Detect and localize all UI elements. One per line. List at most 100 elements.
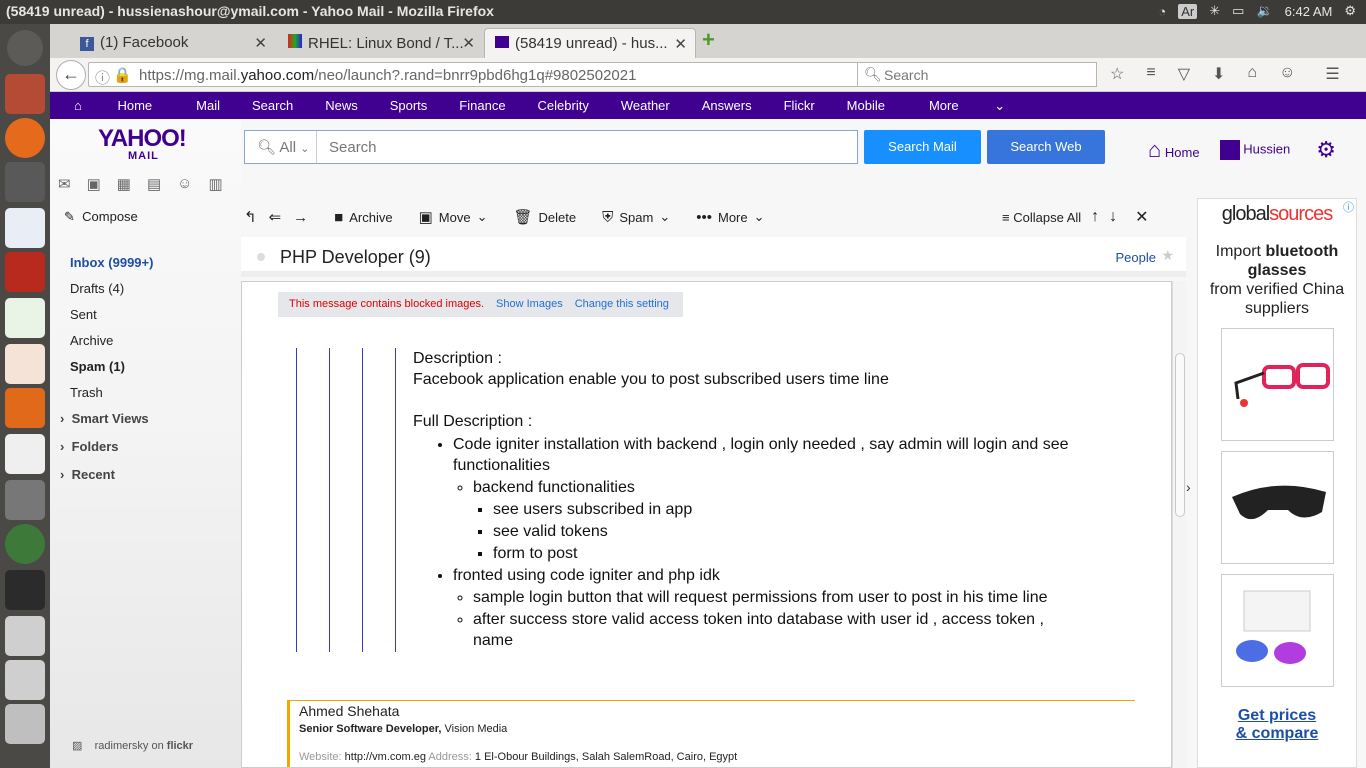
signature-website-link[interactable]: http://vm.com.eg xyxy=(345,751,426,763)
mail-icon[interactable]: ✉ xyxy=(58,175,71,193)
ad-product-image-red-glasses[interactable] xyxy=(1220,328,1334,441)
search-web-button[interactable]: Search Web xyxy=(987,130,1105,164)
nav-mail[interactable]: Mail xyxy=(176,98,220,113)
nav-home[interactable]: ⌂ Home xyxy=(50,98,164,113)
message-scrollbar[interactable] xyxy=(1172,281,1186,768)
nav-celebrity[interactable]: Celebrity xyxy=(518,98,589,113)
ad-cta[interactable]: Get prices & compare xyxy=(1198,707,1356,743)
folder-sent[interactable]: Sent xyxy=(70,307,153,333)
filezilla-icon[interactable] xyxy=(5,252,45,292)
drive-icon-2[interactable] xyxy=(5,660,45,700)
nav-search[interactable]: Search xyxy=(232,98,293,113)
notepad-icon[interactable]: ▤ xyxy=(147,175,161,193)
newsfeed-icon[interactable]: ▥ xyxy=(208,175,222,193)
ad-product-image-black-glasses[interactable] xyxy=(1220,451,1334,564)
bluetooth-icon[interactable]: ✳ xyxy=(1209,3,1220,19)
folder-inbox[interactable]: Inbox (9999+) xyxy=(70,255,153,281)
bookmark-star-icon[interactable]: ☆ xyxy=(1110,64,1124,84)
volume-icon[interactable]: 🔉 xyxy=(1256,3,1272,19)
folder-drafts[interactable]: Drafts (4) xyxy=(70,281,153,307)
software-center-icon[interactable] xyxy=(5,388,45,428)
header-home-link[interactable]: ⌂ Home xyxy=(1148,137,1200,163)
group-folders[interactable]: › Folders xyxy=(60,439,153,467)
info-icon[interactable]: ⓘ xyxy=(95,67,110,88)
back-arrow-icon[interactable]: ← xyxy=(56,60,86,90)
chevron-right-icon[interactable]: › xyxy=(1186,479,1191,495)
home-icon[interactable]: ⌂ xyxy=(1247,64,1257,84)
nav-finance[interactable]: Finance xyxy=(439,98,505,113)
clock[interactable]: 6:42 AM xyxy=(1285,4,1333,19)
collapse-all-button[interactable]: ≡ Collapse All xyxy=(1002,210,1081,225)
more-button[interactable]: ••• More ⌄ xyxy=(696,209,764,226)
ad-info-icon[interactable]: ⓘ xyxy=(1343,199,1354,215)
nav-flickr[interactable]: Flickr xyxy=(764,98,815,113)
reply-all-icon[interactable]: ⇐ xyxy=(269,208,282,226)
tab-yahoo-mail[interactable]: (58419 unread) - hus... ✕ xyxy=(484,28,696,58)
delete-button[interactable]: 🗑︎ Delete xyxy=(513,208,576,226)
chat-icon[interactable]: ☺ xyxy=(1279,64,1295,84)
photo-credit[interactable]: ▨ radimersky on flickr xyxy=(72,739,193,752)
advertisement[interactable]: ⓘ globalsources Import bluetooth glasses… xyxy=(1197,198,1357,768)
close-tab-icon[interactable]: ✕ xyxy=(254,34,267,52)
folder-trash[interactable]: Trash xyxy=(70,385,153,411)
amazon-icon[interactable] xyxy=(5,434,45,474)
pocket-icon[interactable]: ▽ xyxy=(1178,64,1190,84)
group-recent[interactable]: › Recent xyxy=(60,467,153,495)
wifi-icon[interactable]: ◔ xyxy=(1158,4,1166,19)
move-button[interactable]: ▣ Move ⌄ xyxy=(419,208,488,226)
terminal-icon[interactable] xyxy=(5,570,45,610)
dash-home-icon[interactable] xyxy=(7,30,43,66)
libreoffice-writer-icon[interactable] xyxy=(5,208,45,248)
keyboard-layout-indicator[interactable]: Ar xyxy=(1178,3,1198,19)
nav-answers[interactable]: Answers xyxy=(682,98,752,113)
software-updater-icon[interactable] xyxy=(5,524,45,564)
nav-news[interactable]: News xyxy=(305,98,358,113)
read-status-dot[interactable] xyxy=(257,253,265,261)
download-icon[interactable]: ⬇ xyxy=(1212,64,1225,84)
battery-icon[interactable]: ▭ xyxy=(1232,3,1244,19)
tab-facebook[interactable]: f (1) Facebook ✕ xyxy=(70,28,275,58)
close-icon[interactable]: ✕ xyxy=(1135,207,1148,227)
nav-sports[interactable]: Sports xyxy=(370,98,428,113)
messenger-icon[interactable]: ☺ xyxy=(177,175,192,193)
files-icon[interactable] xyxy=(5,74,45,114)
yahoo-mail-logo[interactable]: YAHOO! MAIL xyxy=(98,127,187,162)
nav-more[interactable]: More ⌄ xyxy=(897,98,1017,114)
mail-search-bar[interactable]: 🔍︎ All ⌄ Search xyxy=(244,130,858,164)
reply-icon[interactable]: ↰ xyxy=(244,208,257,226)
header-user-link[interactable]: Hussien xyxy=(1219,140,1290,160)
drive-icon[interactable] xyxy=(5,616,45,656)
folder-spam[interactable]: Spam (1) xyxy=(70,359,153,385)
scrollbar-thumb[interactable] xyxy=(1175,353,1185,517)
change-setting-link[interactable]: Change this setting xyxy=(575,298,669,310)
calendar-icon[interactable]: ▦ xyxy=(117,175,131,193)
nav-weather[interactable]: Weather xyxy=(601,98,670,113)
star-icon[interactable]: ★ xyxy=(1161,247,1174,264)
system-settings-icon[interactable] xyxy=(5,480,45,520)
ad-product-image-blue-glasses[interactable] xyxy=(1220,574,1334,687)
trash-icon[interactable] xyxy=(5,704,45,744)
close-tab-icon[interactable]: ✕ xyxy=(674,35,687,53)
compose-button[interactable]: ✎ Compose xyxy=(64,209,138,225)
url-bar[interactable]: ⓘ 🔒 https://mg.mail.yahoo.com/neo/launch… xyxy=(88,62,898,87)
forward-icon[interactable]: → xyxy=(293,209,308,226)
previous-message-arrow-icon[interactable]: ↑ xyxy=(1091,208,1099,226)
sublime-text-icon[interactable] xyxy=(5,162,45,202)
hamburger-menu-icon[interactable]: ☰ xyxy=(1325,64,1339,84)
browser-search-field[interactable]: 🔍︎ Search xyxy=(857,62,1097,87)
settings-gear-icon[interactable]: ⚙ xyxy=(1316,137,1336,163)
nav-mobile[interactable]: Mobile xyxy=(827,98,885,113)
group-smart-views[interactable]: › Smart Views xyxy=(60,411,153,439)
reading-list-icon[interactable]: ≡ xyxy=(1146,64,1155,84)
libreoffice-impress-icon[interactable] xyxy=(5,344,45,384)
close-tab-icon[interactable]: ✕ xyxy=(462,34,475,52)
new-tab-icon[interactable]: + xyxy=(702,27,715,53)
archive-button[interactable]: ■ Archive xyxy=(334,209,392,226)
libreoffice-calc-icon[interactable] xyxy=(5,298,45,338)
firefox-icon[interactable] xyxy=(5,118,45,158)
search-scope-dropdown[interactable]: 🔍︎ All ⌄ xyxy=(245,131,317,163)
next-message-arrow-icon[interactable]: ↓ xyxy=(1109,208,1117,226)
settings-gear-icon[interactable]: ⚙ xyxy=(1344,3,1356,19)
folder-archive[interactable]: Archive xyxy=(70,333,153,359)
show-images-link[interactable]: Show Images xyxy=(496,298,563,310)
